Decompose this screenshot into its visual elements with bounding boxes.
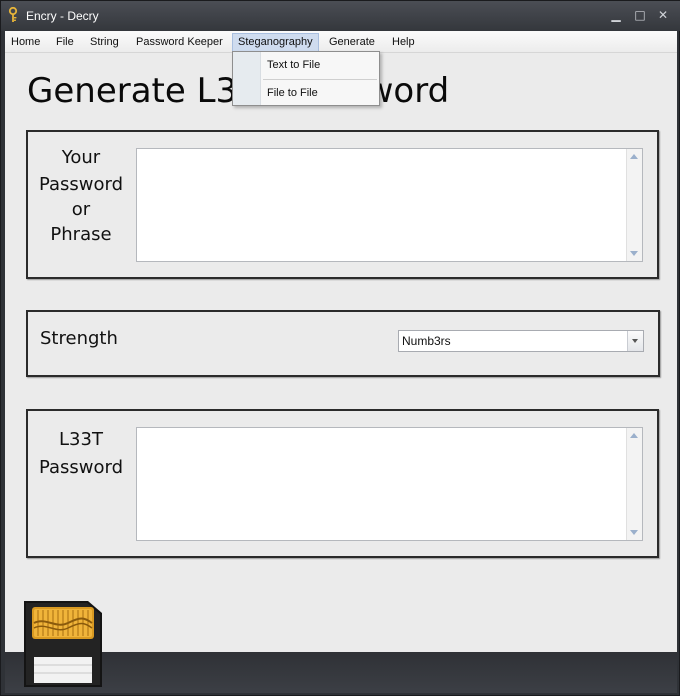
window-title: Encry - Decry [26, 9, 99, 23]
dropdown-gutter [233, 52, 261, 105]
password-input-scrollbar[interactable] [626, 149, 642, 261]
strength-label: Strength [40, 328, 118, 349]
strength-select[interactable]: Numb3rs [398, 330, 644, 352]
menu-generate[interactable]: Generate [324, 33, 380, 52]
output-groupbox: L33T Password [26, 409, 659, 558]
steganography-dropdown: Text to File File to File [232, 51, 380, 106]
menu-string[interactable]: String [85, 33, 124, 52]
input-groupbox: Your Password or Phrase [26, 130, 659, 279]
scroll-down-icon[interactable] [630, 251, 638, 256]
chevron-down-icon[interactable] [627, 331, 643, 351]
input-label-line-1: Your [61, 147, 101, 168]
dropdown-separator [263, 79, 377, 80]
key-icon [8, 7, 18, 22]
menu-bar: Home File String Password Keeper Stegano… [5, 31, 677, 53]
sd-card-icon [24, 601, 102, 687]
strength-select-value: Numb3rs [402, 334, 451, 348]
title-bar[interactable]: Encry - Decry ▁ □ ✕ [1, 1, 680, 31]
input-label-line-3: or [71, 199, 91, 220]
scroll-down-icon[interactable] [630, 530, 638, 535]
scroll-up-icon[interactable] [630, 154, 638, 159]
menu-help[interactable]: Help [387, 33, 420, 52]
maximize-button[interactable]: □ [633, 8, 647, 22]
l33t-output-scrollbar[interactable] [626, 428, 642, 540]
minimize-button[interactable]: ▁ [609, 8, 623, 22]
l33t-output[interactable] [136, 427, 643, 541]
client-area: Home File String Password Keeper Stegano… [5, 31, 677, 693]
output-label-line-1: L33T [59, 429, 103, 450]
menu-home[interactable]: Home [6, 33, 45, 52]
scroll-up-icon[interactable] [630, 433, 638, 438]
footer-bar [5, 652, 677, 693]
strength-groupbox: Strength Numb3rs [26, 310, 660, 377]
input-label-line-2: Password [38, 174, 124, 195]
output-label-line-2: Password [38, 457, 124, 478]
output-label: L33T Password [35, 427, 127, 480]
menu-item-file-to-file[interactable]: File to File [267, 87, 318, 99]
menu-file[interactable]: File [51, 33, 79, 52]
input-label: Your Password or Phrase [35, 145, 127, 247]
password-input[interactable] [136, 148, 643, 262]
menu-password-keeper[interactable]: Password Keeper [131, 33, 228, 52]
menu-item-text-to-file[interactable]: Text to File [267, 59, 320, 71]
input-label-line-4: Phrase [50, 224, 112, 245]
menu-steganography[interactable]: Steganography [232, 33, 319, 52]
close-button[interactable]: ✕ [656, 8, 670, 22]
app-window: Encry - Decry ▁ □ ✕ Home File String Pas… [0, 0, 680, 696]
